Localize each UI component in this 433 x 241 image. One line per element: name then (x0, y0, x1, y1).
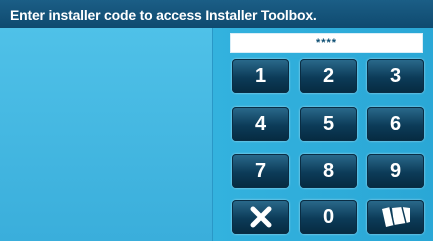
key-5[interactable]: 5 (300, 107, 357, 141)
key-7-label: 7 (254, 159, 267, 182)
key-2[interactable]: 2 (300, 59, 357, 93)
title-bar: Enter installer code to access Installer… (0, 0, 433, 28)
code-input-value: **** (315, 37, 338, 49)
key-9[interactable]: 9 (367, 154, 424, 188)
key-3-label: 3 (389, 64, 402, 87)
key-1[interactable]: 1 (232, 59, 289, 93)
close-icon (249, 205, 273, 229)
enter-button[interactable] (367, 200, 424, 234)
key-0-label: 0 (322, 205, 335, 228)
code-input[interactable]: **** (230, 33, 423, 53)
clear-button[interactable] (232, 200, 289, 234)
key-0[interactable]: 0 (300, 200, 357, 234)
key-4[interactable]: 4 (232, 107, 289, 141)
key-6[interactable]: 6 (367, 107, 424, 141)
key-9-label: 9 (389, 159, 402, 182)
key-1-label: 1 (254, 64, 267, 87)
key-7[interactable]: 7 (232, 154, 289, 188)
key-2-label: 2 (322, 64, 335, 87)
installer-code-screen: Enter installer code to access Installer… (0, 0, 433, 241)
key-3[interactable]: 3 (367, 59, 424, 93)
flag-icon (380, 205, 412, 229)
key-8[interactable]: 8 (300, 154, 357, 188)
key-6-label: 6 (389, 112, 402, 135)
page-title: Enter installer code to access Installer… (10, 7, 317, 23)
left-panel (0, 28, 212, 241)
key-5-label: 5 (322, 112, 335, 135)
key-8-label: 8 (322, 159, 335, 182)
key-4-label: 4 (254, 112, 267, 135)
